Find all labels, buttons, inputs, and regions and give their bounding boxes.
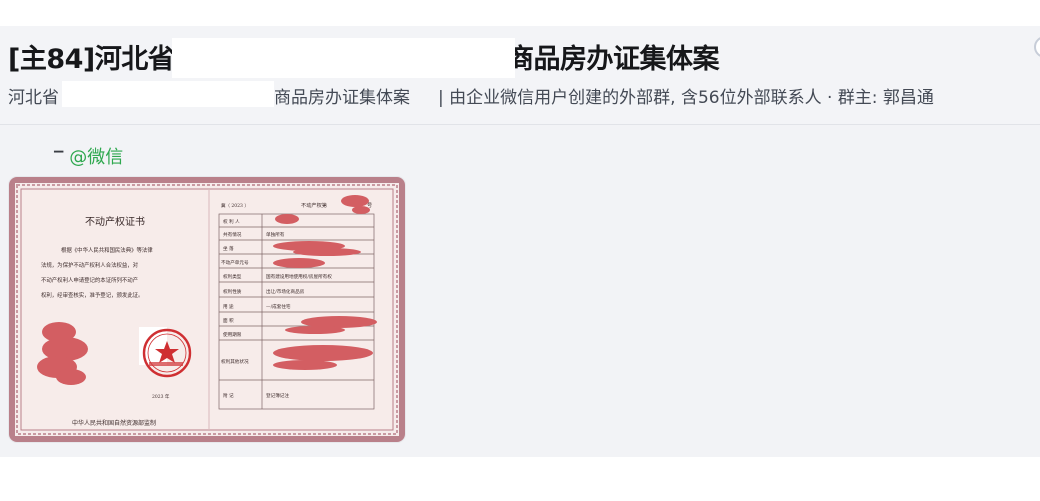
cert-body-line-2: 法规，为保护不动产权利人合法权益，对 (41, 261, 139, 269)
cert-top-left: 冀（ 2023 ） (221, 202, 249, 209)
row-label-2: 坐 落 (223, 245, 234, 252)
sender-name[interactable]: @微信 (69, 147, 123, 168)
title-redaction (172, 38, 515, 78)
row-value-4: 国有建设用地使用权/房屋所有权 (266, 273, 332, 280)
cert-top-right: 不动产权第 (301, 201, 327, 209)
group-title: [主84]河北省 商品房办证集体案 (8, 37, 720, 76)
row-value-10: 登记簿记注 (266, 392, 289, 399)
cert-date: 2023 年 (152, 393, 170, 400)
sender-avatar-remnant: ▔ (54, 151, 64, 165)
row-label-4: 权利类型 (223, 273, 242, 280)
row-value-5: 出让/市场化商品房 (266, 288, 305, 295)
row-label-5: 权利性质 (223, 288, 242, 295)
group-subtitle: 河北省 商品房办证集体案 | 由企业微信用户创建的外部群, 含56位外部联系人 … (8, 83, 934, 108)
group-title-left: [主84]河北省 (8, 44, 175, 75)
row-label-7: 面 积 (223, 317, 234, 324)
side-panel-toggle-icon[interactable] (1034, 36, 1040, 58)
row-label-9: 权利其他状况 (221, 358, 249, 365)
cert-title: 不动产权证书 (85, 215, 145, 228)
group-title-right: 商品房办证集体案 (507, 44, 720, 75)
cert-issuer: 中华人民共和国自然资源部监制 (72, 419, 156, 427)
property-certificate-image: 不动产权证书 根据《中华人民共和国民法典》等法律 法规，为保护不动产权利人合法权… (9, 177, 405, 442)
cert-body-line-3: 不动产权利人申请登记的本证所列不动产 (41, 276, 138, 284)
message-image[interactable]: 不动产权证书 根据《中华人民共和国民法典》等法律 法规，为保护不动产权利人合法权… (9, 177, 405, 442)
message-sender: ▔ @微信 (54, 143, 123, 169)
row-label-3: 不动产单元号 (221, 259, 249, 266)
row-value-6: —/成套住宅 (266, 303, 291, 310)
row-value-1: 单独所有 (266, 231, 285, 238)
row-label-10: 附 记 (223, 392, 234, 399)
subtitle-redaction (62, 81, 274, 107)
group-subtitle-mid: 商品房办证集体案 (274, 88, 410, 108)
chat-panel: [主84]河北省 商品房办证集体案 河北省 商品房办证集体案 | 由企业微信用户… (0, 26, 1040, 457)
group-subtitle-left: 河北省 (8, 88, 59, 108)
row-label-8: 使用期限 (223, 331, 242, 338)
row-label-1: 共有情况 (223, 231, 242, 238)
row-label-0: 权 利 人 (223, 218, 240, 225)
cert-body-line-4: 权利，经审查核实，准予登记，颁发此证。 (41, 291, 143, 299)
group-subtitle-info: | 由企业微信用户创建的外部群, 含56位外部联系人 · 群主: 郭昌通 (438, 88, 934, 108)
row-label-6: 用 途 (223, 303, 234, 310)
chat-header: [主84]河北省 商品房办证集体案 河北省 商品房办证集体案 | 由企业微信用户… (0, 26, 1040, 125)
cert-body-line-1: 根据《中华人民共和国民法典》等法律 (61, 246, 153, 254)
chat-window: [主84]河北省 商品房办证集体案 河北省 商品房办证集体案 | 由企业微信用户… (0, 0, 1040, 501)
